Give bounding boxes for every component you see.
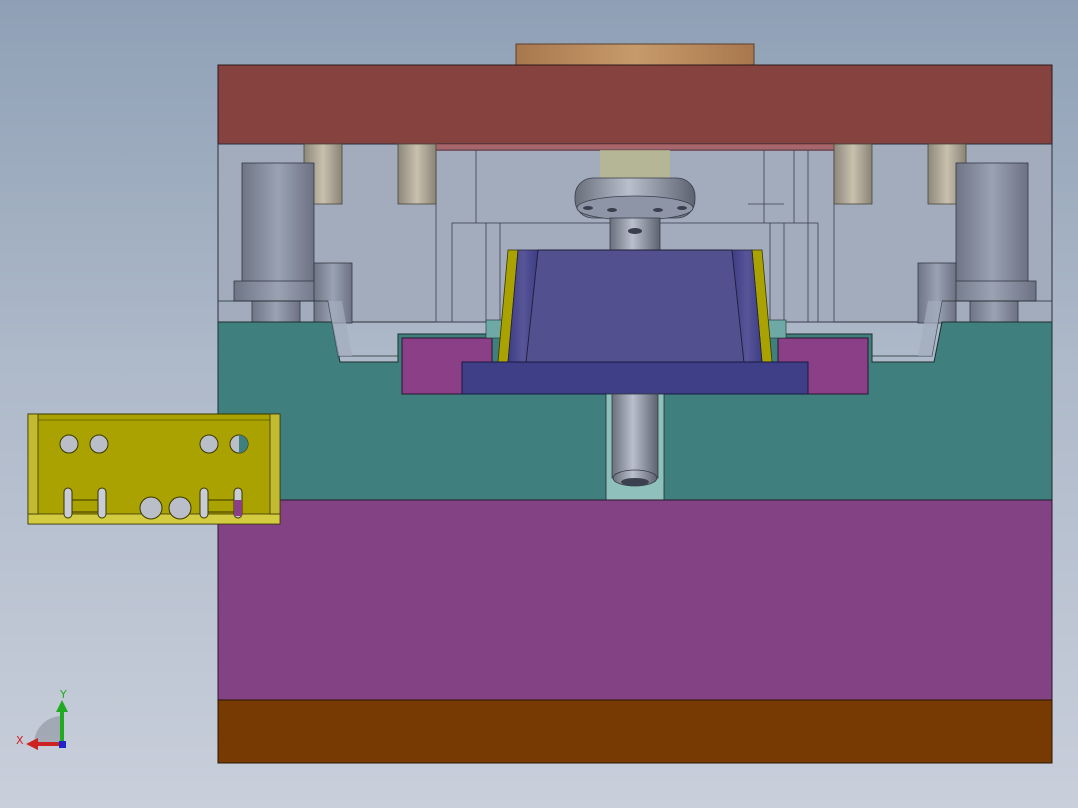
core-insert[interactable] — [525, 249, 745, 363]
locating-ring[interactable] — [515, 43, 755, 66]
z-axis-marker-icon — [59, 741, 66, 748]
x-axis-arrow-icon — [26, 738, 38, 750]
molded-part-preview[interactable] — [27, 413, 281, 525]
triad-x-label: X — [16, 734, 24, 747]
reference-triad[interactable]: Y X — [16, 688, 68, 750]
y-axis-arrow-icon — [56, 700, 68, 712]
ejector-pin[interactable] — [605, 393, 665, 501]
core-support-plate[interactable] — [461, 361, 809, 395]
cad-viewport[interactable]: Y X — [0, 0, 1078, 808]
top-clamp-plate[interactable] — [217, 64, 1053, 145]
bottom-clamp-plate[interactable] — [217, 699, 1053, 764]
triad-y-label: Y — [59, 688, 67, 701]
ejector-housing[interactable] — [217, 499, 1053, 701]
